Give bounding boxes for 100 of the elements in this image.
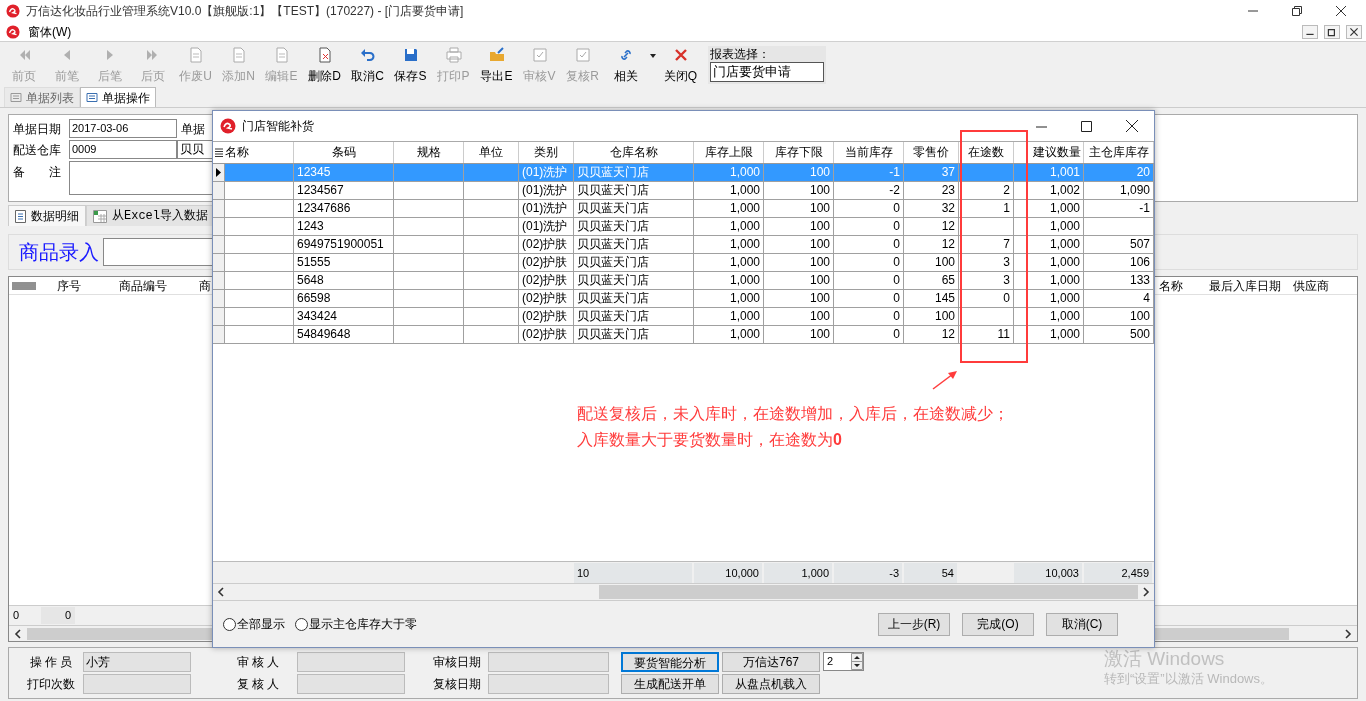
- toolbar-button[interactable]: 关闭Q: [659, 45, 702, 85]
- total-cell: 10: [574, 562, 692, 583]
- table-cell: 100: [904, 308, 959, 325]
- table-row[interactable]: 54849648 (02)护肤 贝贝蓝天门店 1,000 100 0 12 11 1,000 500: [213, 326, 1154, 344]
- mdi-minimize-icon[interactable]: [1302, 24, 1318, 39]
- date-field[interactable]: 2017-03-06: [69, 119, 177, 138]
- table-cell: 1,000: [1014, 272, 1084, 289]
- total-cell: 2,459: [1084, 562, 1152, 583]
- table-cell: 1,001: [1014, 164, 1084, 181]
- close-icon[interactable]: [1336, 6, 1346, 16]
- toolbar-button[interactable]: 导出E: [475, 45, 518, 85]
- close-icon: [672, 47, 689, 63]
- table-cell: 1,000: [694, 182, 764, 199]
- text-field[interactable]: [297, 674, 405, 694]
- dropdown-caret-icon[interactable]: [649, 53, 657, 59]
- toolbar-button[interactable]: 相关: [604, 45, 647, 85]
- dialog-button[interactable]: 完成(O): [962, 612, 1034, 636]
- radio-button[interactable]: [295, 617, 308, 631]
- mdi-restore-icon[interactable]: [1324, 24, 1340, 39]
- action-button[interactable]: 万信达767: [722, 652, 820, 672]
- column-header: 规格: [394, 142, 464, 163]
- table-cell: 1,000: [694, 236, 764, 253]
- spin-arrows-icon[interactable]: [851, 653, 863, 670]
- table-row[interactable]: 6949751900051 (02)护肤 贝贝蓝天门店 1,000 100 0 12 7 1,000 507: [213, 236, 1154, 254]
- table-cell: 343424: [294, 308, 394, 325]
- table-row[interactable]: 1234567 (01)洗护 贝贝蓝天门店 1,000 100 -2 23 2 1,002 1,090: [213, 182, 1154, 200]
- column-header: 名称: [225, 142, 294, 163]
- table-cell: 100: [764, 272, 834, 289]
- window-title: 万信达化妆品行业管理系统V10.0【旗舰版:1】【TEST】(170227) - [门店要货申请]: [26, 3, 464, 20]
- table-cell: 7: [959, 236, 1014, 253]
- dialog-button[interactable]: 上一步(R): [878, 612, 950, 636]
- radio-button[interactable]: [223, 617, 236, 631]
- scroll-left-icon[interactable]: [216, 587, 226, 597]
- toolbar-button[interactable]: 删除D: [303, 45, 346, 85]
- document-icon: [316, 47, 333, 63]
- scroll-left-icon[interactable]: [13, 628, 23, 639]
- text-field[interactable]: [83, 674, 191, 694]
- column-header: 最后入库日期: [1209, 277, 1282, 295]
- scroll-right-icon[interactable]: [1343, 628, 1353, 639]
- spinner-field[interactable]: 2: [823, 652, 864, 671]
- table-cell: 23: [904, 182, 959, 199]
- tab[interactable]: 从Excel导入数据: [86, 205, 215, 226]
- table-row[interactable]: 5648 (02)护肤 贝贝蓝天门店 1,000 100 0 65 3 1,000 133: [213, 272, 1154, 290]
- checkbox-icon: [531, 47, 548, 63]
- table-cell: (01)洗护: [519, 200, 574, 217]
- mdi-close-icon[interactable]: [1346, 24, 1362, 39]
- total-cell: 1,000: [764, 562, 832, 583]
- table-cell: (01)洗护: [519, 218, 574, 235]
- printer-icon: [445, 47, 462, 63]
- total-cell: 54: [904, 562, 957, 583]
- close-icon[interactable]: [1126, 120, 1138, 132]
- field-label: 单据日期: [13, 120, 62, 138]
- radio-option[interactable]: 全部显示: [223, 615, 285, 633]
- text-field[interactable]: [488, 652, 609, 672]
- radio-option[interactable]: 显示主仓库存大于零: [295, 615, 417, 633]
- table-cell: 12347686: [294, 200, 394, 217]
- table-cell: 65: [904, 272, 959, 289]
- column-header: 名称: [1159, 277, 1184, 295]
- table-row[interactable]: 66598 (02)护肤 贝贝蓝天门店 1,000 100 0 145 0 1,000 4: [213, 290, 1154, 308]
- field-label: 操 作 员: [28, 654, 74, 671]
- tab[interactable]: 单据列表: [4, 87, 80, 107]
- action-button[interactable]: 生成配送开单: [621, 674, 719, 694]
- restore-icon[interactable]: [1292, 6, 1302, 16]
- text-field[interactable]: [297, 652, 405, 672]
- action-button[interactable]: 从盘点机载入: [722, 674, 820, 694]
- tab[interactable]: 数据明细: [8, 205, 86, 226]
- toolbar-button[interactable]: 保存S: [389, 45, 432, 85]
- maximize-icon[interactable]: [1081, 120, 1092, 132]
- column-header: 主仓库库存: [1084, 142, 1154, 163]
- table-row[interactable]: 51555 (02)护肤 贝贝蓝天门店 1,000 100 0 100 3 1,000 106: [213, 254, 1154, 272]
- text-field[interactable]: 小芳: [83, 652, 191, 672]
- table-cell: 133: [1084, 272, 1154, 289]
- table-row[interactable]: 1243 (01)洗护 贝贝蓝天门店 1,000 100 0 12 1,000: [213, 218, 1154, 236]
- table-cell: 0: [834, 254, 904, 271]
- scrollbar-thumb[interactable]: [599, 585, 1138, 599]
- text-field[interactable]: [488, 674, 609, 694]
- table-cell: 145: [904, 290, 959, 307]
- toolbar-button[interactable]: 取消C: [346, 45, 389, 85]
- table-cell: 1,000: [694, 272, 764, 289]
- table-row[interactable]: 12347686 (01)洗护 贝贝蓝天门店 1,000 100 0 32 1 1,000 -1: [213, 200, 1154, 218]
- checkbox-icon: [574, 47, 591, 63]
- column-header: 当前库存: [834, 142, 904, 163]
- action-button[interactable]: 要货智能分析: [621, 652, 719, 672]
- table-cell: 1234567: [294, 182, 394, 199]
- table-cell: 507: [1084, 236, 1154, 253]
- table-cell: 1,000: [694, 164, 764, 181]
- column-header: 单位: [464, 142, 519, 163]
- dialog-button[interactable]: 取消(C): [1046, 612, 1118, 636]
- column-header: 仓库名称: [574, 142, 694, 163]
- warehouse-code-field[interactable]: 0009: [69, 140, 177, 159]
- row-header[interactable]: [213, 164, 225, 181]
- report-select-field[interactable]: 门店要货申请: [710, 62, 824, 82]
- field-label: 复 核 人: [235, 676, 281, 693]
- dialog-title: 门店智能补货: [242, 118, 314, 135]
- menu-item[interactable]: 窗体(W): [28, 22, 72, 41]
- table-cell: 贝贝蓝天门店: [574, 182, 694, 199]
- table-cell: 1,000: [694, 218, 764, 235]
- scroll-right-icon[interactable]: [1141, 587, 1151, 597]
- tab[interactable]: 单据操作: [80, 87, 156, 107]
- table-row[interactable]: 343424 (02)护肤 贝贝蓝天门店 1,000 100 0 100 1,000 100: [213, 308, 1154, 326]
